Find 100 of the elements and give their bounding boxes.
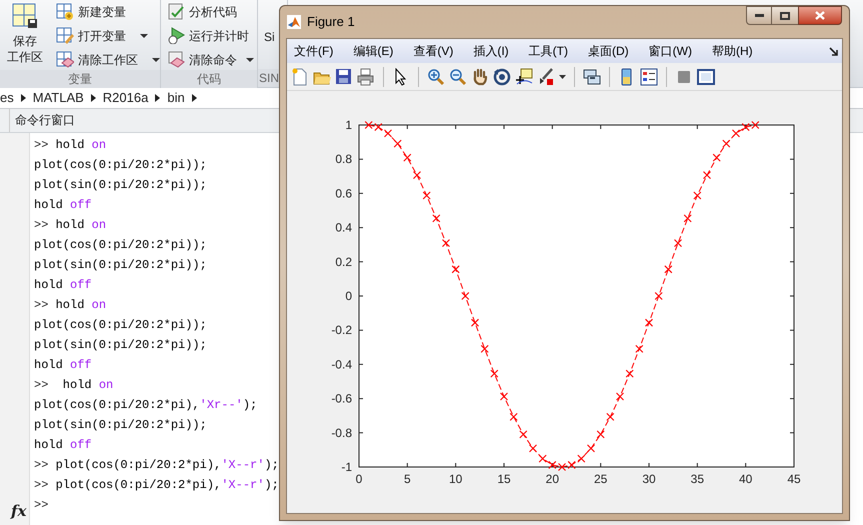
- data-cursor-icon[interactable]: [515, 68, 533, 86]
- new-file-icon[interactable]: [291, 68, 309, 86]
- menu-item[interactable]: 工具(T): [528, 42, 568, 60]
- x-tick-label: 45: [787, 472, 801, 486]
- x-marker: [722, 140, 730, 148]
- x-marker: [693, 191, 702, 200]
- eraser-icon: [167, 51, 185, 68]
- chevron-right-icon: [20, 94, 26, 102]
- chevron-right-icon: [192, 94, 197, 102]
- command-line: plot(cos(0:pi/20:2*pi));: [34, 237, 208, 254]
- x-marker: [364, 120, 373, 130]
- command-line: >> hold on: [34, 297, 108, 314]
- x-tick-label: 20: [546, 472, 560, 486]
- command-line: >>: [34, 497, 50, 514]
- ribbon-button[interactable]: Si: [258, 1, 275, 47]
- x-tick-label: 25: [594, 472, 608, 486]
- linked-windows-icon[interactable]: [583, 68, 601, 86]
- y-tick-label: -0.8: [331, 426, 352, 440]
- zoom-in-icon[interactable]: [427, 68, 445, 86]
- command-line: hold off: [34, 437, 93, 454]
- save-workspace-button[interactable]: 保存 工作区: [0, 1, 50, 70]
- x-marker: [403, 154, 412, 162]
- path-segment[interactable]: es: [0, 88, 14, 108]
- x-marker: [500, 392, 508, 401]
- x-marker: [606, 412, 614, 421]
- y-tick-label: -0.6: [331, 392, 352, 406]
- grid-pencil-icon: [56, 27, 74, 44]
- path-segment[interactable]: R2016a: [102, 88, 148, 108]
- command-line: plot(sin(0:pi/20:2*pi));: [34, 177, 208, 194]
- command-line: plot(sin(0:pi/20:2*pi));: [34, 417, 208, 434]
- x-marker: [654, 292, 663, 300]
- group-label: 变量: [0, 70, 160, 88]
- y-tick-label: 0.4: [335, 220, 352, 235]
- x-marker: [528, 444, 538, 452]
- x-marker: [702, 171, 712, 180]
- command-line: plot(cos(0:pi/20:2*pi));: [34, 317, 208, 334]
- legend-icon[interactable]: [640, 68, 658, 86]
- x-marker: [470, 318, 480, 327]
- caret-icon[interactable]: [559, 74, 566, 78]
- ribbon-button[interactable]: 分析代码: [167, 1, 254, 22]
- x-marker: [586, 444, 596, 452]
- function-button[interactable]: fx: [11, 503, 26, 519]
- y-tick-label: -0.4: [331, 357, 352, 372]
- brush-icon[interactable]: [537, 68, 555, 86]
- menu-item[interactable]: 文件(F): [294, 42, 334, 60]
- checklist-icon: [167, 3, 185, 20]
- grid-plus-icon: [56, 3, 74, 20]
- y-tick-label: 1: [345, 118, 352, 132]
- menu-item[interactable]: 插入(I): [473, 42, 509, 60]
- printer-icon[interactable]: [357, 68, 375, 86]
- group-label: 代码: [161, 70, 257, 88]
- path-segment[interactable]: bin: [167, 88, 185, 108]
- x-marker: [394, 140, 402, 148]
- x-marker: [674, 239, 682, 248]
- x-marker: [548, 460, 556, 469]
- maximize-button[interactable]: [772, 6, 798, 25]
- ribbon-button[interactable]: 清除命令: [167, 49, 254, 70]
- ribbon-button[interactable]: 打开变量: [56, 25, 160, 46]
- x-marker: [519, 430, 528, 438]
- menu-item[interactable]: 桌面(D): [588, 42, 629, 60]
- panel-title: 命令行窗口: [14, 112, 75, 129]
- x-marker: [596, 430, 605, 438]
- command-line: hold off: [34, 357, 93, 374]
- save-icon[interactable]: [335, 68, 353, 86]
- x-tick-label: 10: [448, 472, 462, 486]
- play-clock-icon: [167, 27, 185, 44]
- close-button[interactable]: [798, 6, 842, 25]
- y-tick-label: 0.6: [335, 186, 352, 200]
- x-marker: [742, 123, 750, 132]
- ribbon-button[interactable]: 运行并计时: [167, 25, 254, 46]
- x-marker: [577, 454, 586, 463]
- matlab-logo-icon: [287, 15, 301, 29]
- x-marker: [490, 370, 498, 378]
- window-frame-icon[interactable]: [697, 68, 715, 86]
- x-marker: [422, 191, 431, 200]
- ribbon-button[interactable]: 新建变量: [56, 1, 160, 22]
- x-marker: [732, 129, 740, 138]
- ribbon-button[interactable]: 清除工作区: [56, 49, 160, 70]
- dock-arrow-icon: [829, 47, 838, 56]
- window-title: Figure 1: [307, 13, 355, 32]
- zoom-out-icon[interactable]: [449, 68, 467, 86]
- rotate-icon[interactable]: [493, 68, 511, 86]
- hand-icon[interactable]: [471, 68, 489, 86]
- y-tick-label: -1: [341, 460, 352, 474]
- x-tick-label: 5: [404, 472, 411, 486]
- x-tick-label: 40: [738, 472, 752, 486]
- x-marker: [461, 292, 470, 300]
- x-marker: [664, 265, 672, 274]
- x-tick-label: 35: [690, 472, 704, 486]
- path-segment[interactable]: MATLAB: [32, 88, 84, 108]
- command-line: >> plot(cos(0:pi/20:2*pi),'X--r');: [34, 457, 279, 474]
- x-marker: [452, 265, 460, 274]
- menu-item[interactable]: 编辑(E): [353, 42, 394, 60]
- minimize-button[interactable]: [746, 6, 772, 25]
- menu-item[interactable]: 查看(V): [413, 42, 454, 60]
- y-tick-label: -0.2: [331, 323, 352, 338]
- menu-item[interactable]: 帮助(H): [712, 42, 753, 60]
- x-marker: [644, 318, 654, 327]
- menu-item[interactable]: 窗口(W): [648, 42, 692, 60]
- command-line: hold off: [34, 277, 93, 294]
